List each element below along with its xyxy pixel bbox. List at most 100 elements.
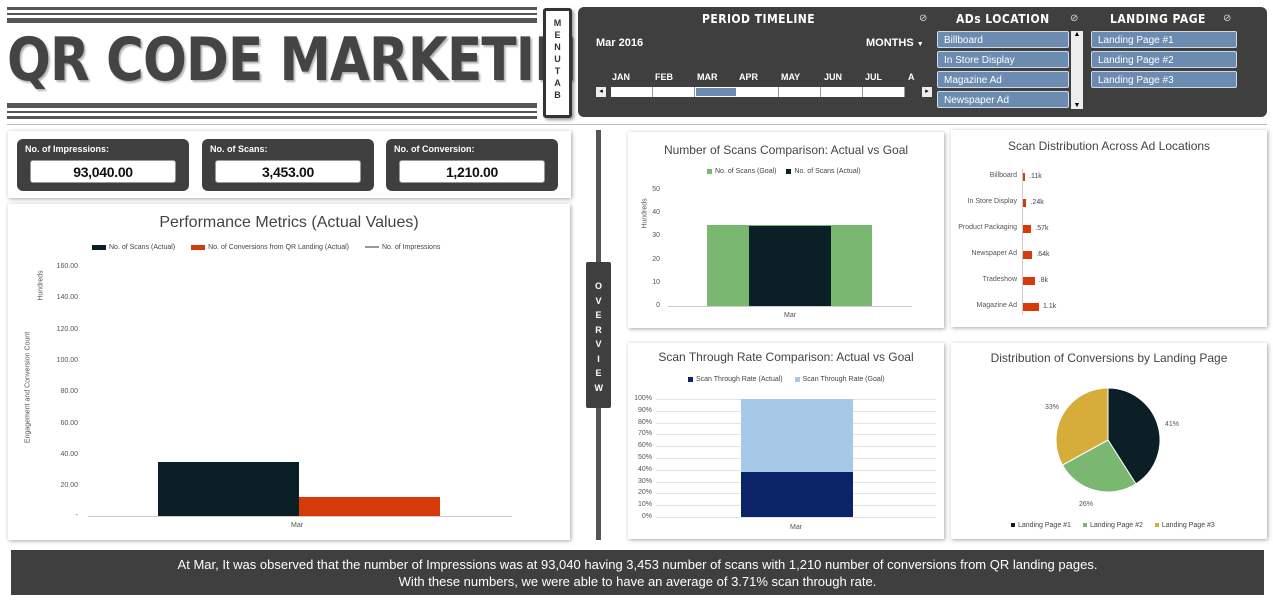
performance-chart-title: Performance Metrics (Actual Values) [159,214,419,231]
y-tick: 10 [652,279,660,286]
scans-chart-title: Number of Scans Comparison: Actual vs Go… [663,143,909,157]
legend-swatch [191,244,206,250]
distribution-value-label: .57k [1035,225,1049,232]
y-tick: 90% [637,406,652,414]
title-rule-bottom2 [7,111,537,113]
ad-location-item-billboard[interactable]: Billboard [937,31,1069,48]
distribution-value-label: 1.1k [1043,303,1057,310]
kpi-scans-value: 3,453.00 [215,160,361,183]
timeline-month-apr[interactable]: APR [739,72,758,82]
distribution-value-label: .11k [1029,173,1042,180]
x-axis-line [668,306,912,307]
y-tick: 50 [652,186,660,193]
legend-item: No. of Scans (Actual) [92,244,175,251]
legend-swatch [1154,523,1159,528]
distribution-chart-title: Scan Distribution Across Ad Locations [1007,139,1211,153]
y-tick: 80% [637,418,652,426]
legend-label: Landing Page #2 [1089,522,1143,529]
y-tick: 60% [637,442,652,450]
timeline-month-aug[interactable]: A [908,72,915,82]
timeline-month-may[interactable]: MAY [781,72,800,82]
ad-location-item-magazine[interactable]: Magazine Ad [937,71,1069,88]
kpi-conversion-label: No. of Conversion: [394,144,475,154]
title-rule-top3 [7,18,537,23]
summary-line-2: With these numbers, we were able to have… [398,574,877,589]
chevron-down-icon[interactable]: ▼ [1071,102,1083,109]
y-tick: 60.00 [60,420,78,427]
y-axis-title: Engagement and Conversion Count [24,331,32,444]
period-timeline-title: PERIOD TIMELINE [702,12,816,26]
y-tick: 20% [637,489,652,497]
performance-chart-legend: No. of Scans (Actual) No. of Conversions… [92,244,440,251]
ad-location-item-instore[interactable]: In Store Display [937,51,1069,68]
landing-page-item-2[interactable]: Landing Page #2 [1091,51,1237,68]
timeline-month-jul[interactable]: JUL [865,72,882,82]
legend-item: No. of Scans (Goal) [707,168,776,175]
y-tick: 30% [637,477,652,485]
legend-item: Landing Page #2 [1082,522,1143,529]
kpi-scans-card: No. of Scans: 3,453.00 [202,139,374,191]
menu-tab-button[interactable]: MENU TAB [543,8,572,118]
page-title: QR CODE MARKETING [7,25,619,95]
rate-bar-actual [741,472,853,517]
landing-page-item-3[interactable]: Landing Page #3 [1091,71,1237,88]
landing-page-item-1[interactable]: Landing Page #1 [1091,31,1237,48]
kpi-impressions-card: No. of Impressions: 93,040.00 [17,139,189,191]
ad-location-item-newspaper[interactable]: Newspaper Ad [937,91,1069,108]
y-tick: 50% [637,454,652,461]
timeline-segment[interactable] [863,87,905,97]
y-tick: 10% [637,501,652,509]
y-tick: 80.00 [60,388,78,395]
distribution-axis-line [1022,169,1023,315]
menu-tab-label: MENU TAB [553,18,562,100]
timeline-month-jun[interactable]: JUN [824,72,842,82]
timeline-scroll-right-icon[interactable]: ▸ [922,87,932,97]
kpi-conversion-value: 1,210.00 [399,160,545,183]
timeline-segment[interactable] [611,87,653,97]
distribution-category-label: Product Packaging [958,224,1017,231]
rate-chart-legend: Scan Through Rate (Actual) Scan Through … [688,376,885,383]
overview-tab-label: OVERVIEW [594,281,604,393]
legend-swatch [786,168,792,174]
kpi-impressions-label: No. of Impressions: [25,144,110,154]
rate-bar-goal [741,399,853,472]
y-tick: 40% [637,465,652,473]
x-tick: Mar [291,522,304,529]
timeline-scroll-left-icon[interactable]: ◂ [596,87,606,97]
timeline-segment[interactable] [821,87,863,97]
timeline-clear-filter-icon[interactable]: ⊘ [919,13,927,24]
legend-label: No. of Scans (Actual) [794,168,861,175]
distribution-value-label: .8k [1038,277,1048,284]
timeline-segment[interactable] [779,87,821,97]
kpi-conversion-card: No. of Conversion: 1,210.00 [386,139,558,191]
timeline-month-mar[interactable]: MAR [697,72,718,82]
timeline-segment[interactable] [653,87,695,97]
timeline-month-jan[interactable]: JAN [612,72,630,82]
timeline-granularity-dropdown[interactable]: MONTHS ▼ [866,37,924,49]
title-rule-top [7,7,537,10]
x-axis-line [88,516,512,517]
pie-legend: Landing Page #1 Landing Page #2 Landing … [1011,522,1215,529]
chevron-up-icon[interactable]: ▲ [1071,31,1083,38]
distribution-bar [1023,251,1033,259]
overview-tab-button[interactable]: OVERVIEW [586,262,611,408]
y-tick: 40.00 [60,451,78,458]
kpi-scans-label: No. of Scans: [210,144,268,154]
distribution-category-label: In Store Display [967,198,1017,205]
timeline-segment[interactable] [737,87,779,97]
y-tick: 0% [641,513,652,520]
legend-item: No. of Scans (Actual) [786,168,861,175]
legend-label: No. of Scans (Actual) [109,244,176,251]
timeline-segment-selected[interactable] [695,87,737,97]
y-tick: 100.00 [56,357,78,364]
landing-page-clear-filter-icon[interactable]: ⊘ [1223,13,1231,24]
pie-label: 33% [1045,404,1060,411]
header: QR CODE MARKETING [7,7,619,121]
performance-chart: Performance Metrics (Actual Values) No. … [8,204,570,540]
timeline-month-feb[interactable]: FEB [655,72,673,82]
ad-location-scrollbar[interactable]: ▲ ▼ [1071,31,1083,109]
summary-banner: At Mar, It was observed that the number … [11,550,1264,595]
ad-location-clear-filter-icon[interactable]: ⊘ [1070,13,1078,24]
distribution-value-label: .24k [1030,199,1044,206]
x-tick: Mar [784,312,797,319]
